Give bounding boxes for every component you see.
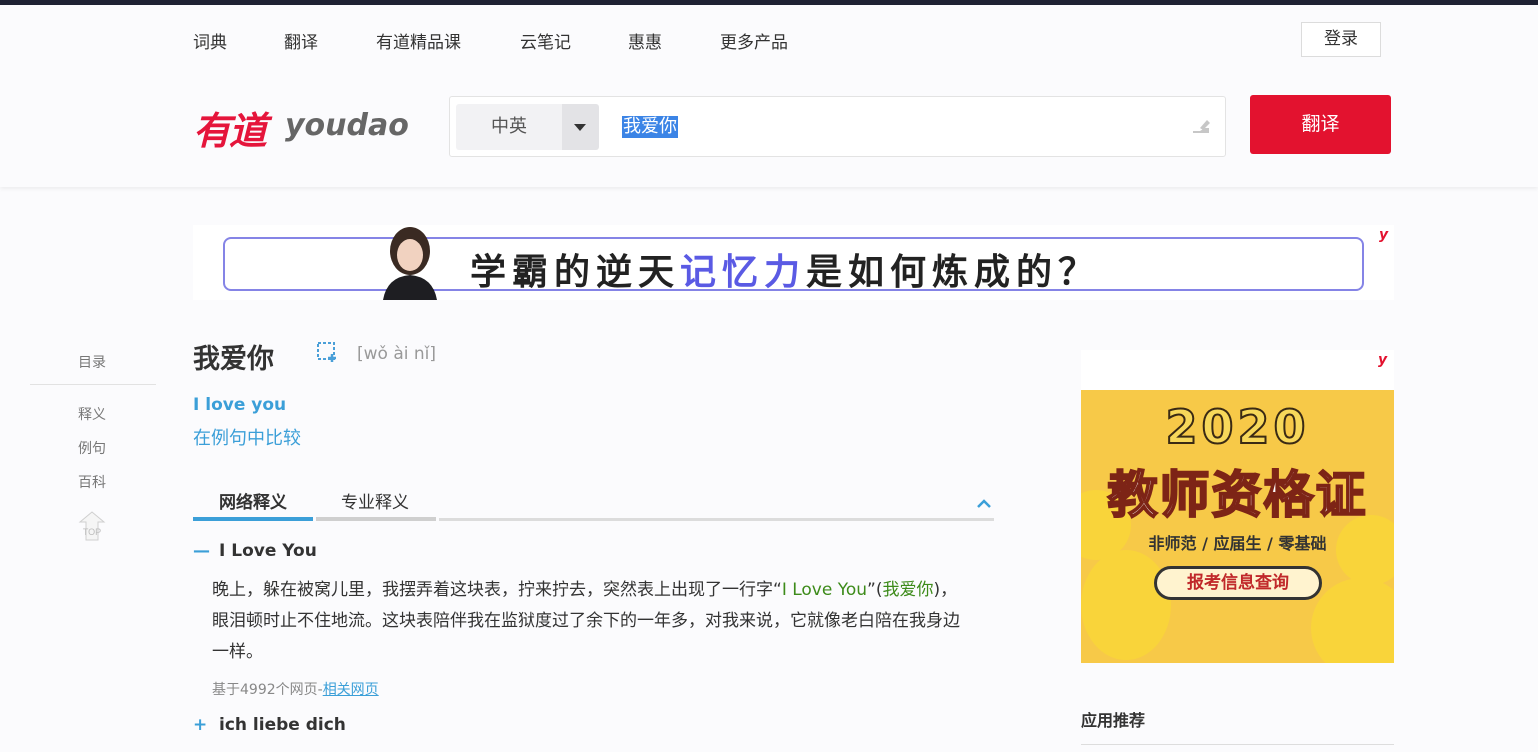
add-to-wordbook-icon[interactable] (316, 340, 340, 364)
example-highlight-en: I Love You (781, 580, 868, 600)
chevron-up-icon[interactable] (976, 496, 992, 510)
toc-divider (30, 384, 156, 385)
side-ad-year: 2020 (1164, 399, 1310, 455)
tab-web-definition[interactable]: 网络释义 (219, 488, 287, 513)
side-ad-teacher-cert[interactable]: y 2020 教师资格证 非师范 / 应届生 / 零基础 报考信息查询 (1081, 350, 1394, 663)
header: 词典 翻译 有道精品课 云笔记 惠惠 更多产品 登录 有道 youdao 中英 … (0, 5, 1538, 187)
nav-cloud-note[interactable]: 云笔记 (520, 28, 571, 53)
login-button[interactable]: 登录 (1301, 22, 1381, 57)
side-ad-button[interactable]: 报考信息查询 (1154, 566, 1322, 600)
nav-youdao-course[interactable]: 有道精品课 (376, 28, 461, 53)
tab-professional-definition[interactable]: 专业释义 (341, 488, 409, 513)
basic-translation[interactable]: I love you (193, 395, 286, 415)
side-ad-subtitle: 非师范 / 应届生 / 零基础 (1148, 534, 1327, 553)
banner-headline: 学霸的逆天记忆力是如何炼成的？ (470, 243, 1100, 295)
nav-dictionary[interactable]: 词典 (193, 28, 227, 53)
banner-text-a: 学霸的逆天 (470, 252, 681, 293)
logo-en-text: youdao (285, 108, 409, 143)
phonetic: [wǒ ài nǐ] (357, 344, 437, 364)
banner-text-highlight: 记忆力 (680, 252, 807, 293)
nav-huihui[interactable]: 惠惠 (628, 28, 662, 53)
logo-cn-text: 有道 (193, 109, 267, 153)
toc-item-examples[interactable]: 例句 (78, 438, 106, 458)
back-to-top-label: TOP (83, 527, 101, 537)
toc-item-definition[interactable]: 释义 (78, 404, 106, 424)
nav-more-products[interactable]: 更多产品 (720, 28, 788, 53)
translate-button[interactable]: 翻译 (1250, 95, 1391, 154)
nav-translate[interactable]: 翻译 (284, 28, 318, 53)
presenter-image (383, 227, 437, 300)
web-source-count: 基于4992个网页- (212, 682, 323, 698)
duck-mascot-icon (1081, 550, 1171, 660)
example-highlight-cn: 我爱你 (882, 580, 934, 600)
chevron-down-icon[interactable] (562, 104, 599, 150)
web-definition-example: 晚上，躲在被窝儿里，我摆弄着这块表，拧来拧去，突然表上出现了一行字“I Love… (212, 575, 972, 668)
related-pages-link[interactable]: 相关网页 (323, 682, 379, 698)
compare-in-examples-link[interactable]: 在例句中比较 (193, 424, 301, 450)
app-recommend-divider (1081, 744, 1394, 745)
example-text-a: 晚上，躲在被窝儿里，我摆弄着这块表，拧来拧去，突然表上出现了一行字“ (212, 580, 782, 600)
collapse-sign-icon[interactable]: — (193, 541, 210, 561)
active-tab-indicator (193, 517, 313, 521)
tab-indicator (316, 517, 436, 521)
example-text-mid: ”( (867, 580, 883, 600)
web-source: 基于4992个网页-相关网页 (212, 679, 379, 699)
ad-mark-icon: y (1379, 227, 1389, 243)
handwrite-icon[interactable] (1190, 115, 1212, 137)
tab-rule (439, 518, 994, 521)
search-box: 中英 我爱你 (449, 96, 1226, 157)
toc-item-encyclopedia[interactable]: 百科 (78, 472, 106, 492)
expand-sign-icon[interactable]: + (193, 715, 209, 735)
web-definition-term[interactable]: — I Love You (193, 541, 317, 561)
web-definition-term-2-text: ich liebe dich (219, 715, 346, 735)
banner-text-b: 是如何炼成的？ (806, 252, 1101, 293)
toc-title: 目录 (78, 355, 106, 371)
web-definition-term-text: I Love You (219, 541, 317, 561)
side-ad-mark-icon: y (1378, 352, 1388, 368)
back-to-top-icon[interactable]: TOP (76, 510, 108, 542)
top-banner-ad[interactable]: 学霸的逆天记忆力是如何炼成的？ y (193, 225, 1394, 300)
headword: 我爱你 (193, 344, 274, 375)
side-ad-title: 教师资格证 (1107, 465, 1368, 525)
search-input[interactable]: 我爱你 (622, 116, 678, 138)
definition-tabs: 网络释义 专业释义 (193, 488, 994, 522)
web-definition-term-2[interactable]: + ich liebe dich (193, 715, 346, 735)
language-select[interactable]: 中英 (456, 104, 562, 150)
app-recommend-title: 应用推荐 (1081, 711, 1146, 730)
